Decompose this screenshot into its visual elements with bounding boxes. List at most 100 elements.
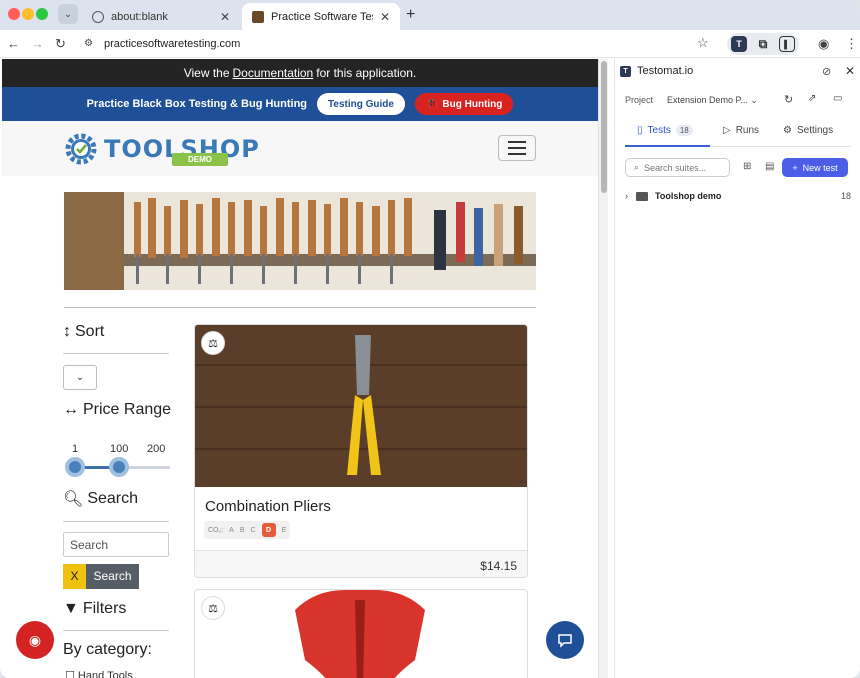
- search-suites-input[interactable]: ⌕ Search suites...: [625, 158, 730, 177]
- search-icon: ⌕: [634, 162, 640, 172]
- panel-header: T Testomat.io ⊘ ✕: [615, 59, 860, 85]
- filters-heading: ▼ Filters: [63, 600, 126, 618]
- tools-banner-image: [64, 192, 536, 290]
- gear-icon: ⚙: [783, 125, 792, 136]
- bug-hunting-button[interactable]: 🐞 Bug Hunting: [414, 93, 514, 115]
- category-label: Hand Tools: [77, 670, 133, 678]
- toolshop-favicon-icon: [252, 10, 264, 23]
- eco-grade: A: [229, 526, 234, 534]
- price-value-label: 100: [110, 443, 129, 455]
- hamburger-menu-button[interactable]: [498, 135, 536, 161]
- side-panel-icon[interactable]: ▌: [779, 36, 795, 52]
- search-button[interactable]: Search: [86, 564, 139, 589]
- eco-grade: E: [281, 526, 287, 534]
- unpin-icon[interactable]: ⊘: [822, 65, 831, 78]
- documentation-link[interactable]: Documentation: [233, 66, 314, 80]
- project-select[interactable]: Extension Demo P... ⌄: [667, 95, 758, 106]
- tab-tests-label: Tests: [647, 125, 671, 136]
- profile-icon[interactable]: ◉: [818, 36, 829, 52]
- tab-about-blank[interactable]: about:blank ✕: [82, 3, 240, 30]
- project-label: Project: [625, 95, 654, 105]
- address-bar[interactable]: ⚙ practicesoftwaretesting.com: [78, 33, 718, 55]
- chevron-down-icon: ⌄: [750, 95, 758, 105]
- panel-title: Testomat.io: [637, 65, 694, 77]
- price-slider-min-handle[interactable]: [65, 457, 85, 477]
- search-heading: 🔍︎ Search: [63, 489, 138, 509]
- sort-arrows-icon: ↕: [63, 323, 71, 340]
- extensions-group: T ⧉ ▌: [727, 33, 799, 55]
- compare-scale-icon[interactable]: ⚖: [201, 331, 225, 355]
- close-window-button[interactable]: [8, 8, 20, 20]
- category-heading: By category:: [63, 641, 152, 658]
- new-folder-icon[interactable]: ⊞: [743, 161, 751, 172]
- project-value: Extension Demo P...: [667, 95, 748, 105]
- chat-button[interactable]: [546, 621, 584, 659]
- close-tab-icon[interactable]: ✕: [220, 10, 230, 24]
- open-external-icon[interactable]: ⇗: [808, 93, 816, 104]
- panel-tabs: ▯ Tests 18 ▷ Runs ⚙ Settings: [625, 119, 851, 147]
- promo-label: Practice Black Box Testing & Bug Hunting: [86, 98, 308, 110]
- new-test-label: New test: [802, 162, 838, 173]
- site-header: TOOLSHOP DEMO: [2, 121, 598, 176]
- browser-window: ⌄ about:blank ✕ Practice Software Testin…: [0, 0, 860, 678]
- window-icon[interactable]: ▭: [833, 93, 842, 104]
- play-icon: ▷: [723, 125, 731, 136]
- new-tab-icon[interactable]: +: [406, 6, 415, 24]
- refresh-icon[interactable]: ↻: [784, 93, 793, 106]
- compare-scale-icon[interactable]: ⚖: [201, 596, 225, 620]
- minimize-window-button[interactable]: [22, 8, 34, 20]
- close-panel-icon[interactable]: ✕: [845, 64, 855, 78]
- divider: [64, 307, 536, 308]
- product-card[interactable]: ⚖ Combination Pliers CO₂: A B C D E $14.…: [194, 324, 528, 578]
- tests-count-badge: 18: [675, 125, 693, 136]
- testomat-side-panel: T Testomat.io ⊘ ✕ Project Extension Demo…: [614, 59, 860, 678]
- clear-search-button[interactable]: X: [63, 564, 86, 589]
- tab-settings-label: Settings: [796, 125, 834, 136]
- suite-count: 18: [840, 191, 851, 201]
- testomat-extension-icon[interactable]: T: [731, 36, 747, 52]
- page-scrollbar[interactable]: [598, 59, 608, 678]
- price-max-label: 200: [147, 443, 166, 455]
- search-suites-placeholder: Search suites...: [644, 162, 707, 173]
- price-slider-max-handle[interactable]: [109, 457, 129, 477]
- bookmark-star-icon[interactable]: ☆: [697, 35, 709, 51]
- tab-title: about:blank: [111, 10, 168, 23]
- price-range-title: Price Range: [83, 401, 172, 418]
- tab-practice-software-testing[interactable]: Practice Software Testing - To ✕: [242, 3, 400, 30]
- divider: [63, 521, 169, 522]
- plus-icon: +: [792, 162, 798, 173]
- sort-title: Sort: [75, 323, 105, 340]
- doc-bar-suffix: for this application.: [316, 66, 417, 80]
- product-name[interactable]: Combination Pliers: [205, 498, 331, 515]
- documentation-bar: View the Documentation for this applicat…: [2, 59, 598, 87]
- testomat-logo-icon: T: [620, 66, 631, 77]
- chevron-right-icon[interactable]: ›: [625, 191, 628, 201]
- zoom-window-button[interactable]: [36, 8, 48, 20]
- rss-icon: ◉: [28, 631, 42, 648]
- site-info-icon[interactable]: ⚙: [84, 38, 93, 49]
- tab-settings[interactable]: ⚙ Settings: [783, 125, 833, 136]
- menu-kebab-icon[interactable]: ⋮: [845, 36, 858, 52]
- rss-feed-button[interactable]: ◉: [16, 621, 54, 659]
- tab-tests[interactable]: ▯ Tests 18: [637, 125, 693, 136]
- category-checkbox-hand-tools[interactable]: ☐ Hand Tools: [65, 669, 133, 678]
- logo-demo-tag: DEMO: [172, 153, 228, 166]
- tab-runs[interactable]: ▷ Runs: [723, 125, 759, 136]
- suite-row[interactable]: › Toolshop demo 18: [625, 187, 851, 205]
- product-card[interactable]: ⚖: [194, 589, 528, 678]
- new-test-button[interactable]: + New test: [782, 158, 848, 177]
- forward-icon[interactable]: →: [31, 36, 44, 51]
- extensions-puzzle-icon[interactable]: ⧉: [755, 36, 771, 52]
- search-input[interactable]: Search: [63, 532, 169, 557]
- reload-icon[interactable]: ↻: [55, 36, 66, 52]
- sort-select[interactable]: ⌄: [63, 365, 97, 390]
- chat-bubble-icon: [558, 634, 572, 648]
- close-tab-icon[interactable]: ✕: [380, 10, 390, 24]
- testing-guide-button[interactable]: Testing Guide: [317, 93, 405, 115]
- toolshop-gear-icon[interactable]: [64, 132, 98, 166]
- price-min-label: 1: [72, 443, 79, 455]
- tab-search-button[interactable]: ⌄: [58, 4, 78, 24]
- back-icon[interactable]: ←: [7, 36, 20, 51]
- new-file-icon[interactable]: ▤: [765, 161, 774, 172]
- bug-hunting-label: Bug Hunting: [442, 98, 503, 110]
